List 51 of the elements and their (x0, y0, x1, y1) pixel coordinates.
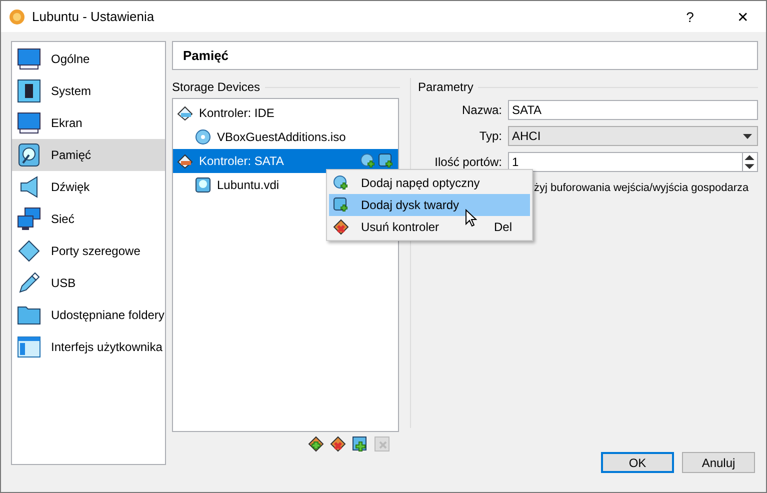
controller-icon (177, 105, 193, 121)
spin-arrows-icon[interactable] (742, 153, 757, 171)
sidebar-item[interactable]: Interfejs użytkownika (12, 331, 165, 363)
close-button[interactable]: ✕ (720, 1, 766, 32)
menu-item[interactable]: Dodaj napęd optyczny (329, 172, 530, 194)
tree-item[interactable]: Kontroler: SATA (173, 149, 398, 173)
remove-controller-icon[interactable] (330, 436, 346, 452)
checkbox-label[interactable]: żyj buforowania wejścia/wyjścia gospodarza (534, 182, 749, 194)
sidebar-item[interactable]: Ekran (12, 107, 165, 139)
chip-icon (17, 79, 41, 103)
network-icon (17, 207, 41, 231)
sidebar-item[interactable]: System (12, 75, 165, 107)
page-heading: Pamięć (172, 41, 758, 70)
window-title: Lubuntu - Ustawienia (32, 9, 156, 24)
window-icon (17, 335, 41, 359)
field-label: Typ: (478, 129, 503, 143)
app-logo-icon (9, 8, 25, 24)
monitor-icon (17, 111, 41, 135)
menu-item[interactable]: Usuń kontroler Del (329, 216, 530, 238)
field-label: Nazwa: (460, 103, 503, 117)
sidebar-item[interactable]: Dźwięk (12, 171, 165, 203)
sidebar-item[interactable]: Ogólne (12, 43, 165, 75)
spin-box[interactable]: 1 (508, 152, 758, 172)
controller-icon (177, 153, 193, 169)
optical-disc-icon (195, 129, 211, 145)
ok-button[interactable]: OK (601, 452, 674, 473)
group-title: Parametry (418, 80, 474, 94)
group-title: Storage Devices (172, 80, 260, 94)
menu-item[interactable]: Dodaj dysk twardy (329, 194, 530, 216)
type-dropdown[interactable]: AHCI (508, 126, 758, 146)
help-button[interactable]: ? (667, 1, 713, 32)
remove-controller-icon (333, 219, 349, 235)
sidebar-item[interactable]: Sieć (12, 203, 165, 235)
add-attachment-icon[interactable] (352, 436, 368, 452)
tree-item[interactable]: Kontroler: IDE (173, 101, 398, 125)
sidebar-item[interactable]: Udostępniane foldery (12, 299, 165, 331)
cancel-button[interactable]: Anuluj (682, 452, 755, 473)
sidebar-item[interactable]: Pamięć (12, 139, 165, 171)
monitor-icon (17, 47, 41, 71)
sidebar-item[interactable]: USB (12, 267, 165, 299)
usb-plug-icon (17, 271, 41, 295)
mouse-cursor-icon (465, 209, 477, 227)
dropdown-arrow-icon[interactable] (743, 134, 752, 138)
add-disc-icon (360, 153, 376, 169)
sidebar-item[interactable]: Porty szeregowe (12, 235, 165, 267)
field-label: Ilość portów: (434, 155, 503, 169)
tree-item[interactable]: VBoxGuestAdditions.iso (173, 125, 398, 149)
serial-port-icon (17, 239, 41, 263)
name-field[interactable]: SATA (508, 100, 758, 120)
add-disc-icon (333, 175, 349, 191)
add-controller-icon[interactable] (308, 436, 324, 452)
